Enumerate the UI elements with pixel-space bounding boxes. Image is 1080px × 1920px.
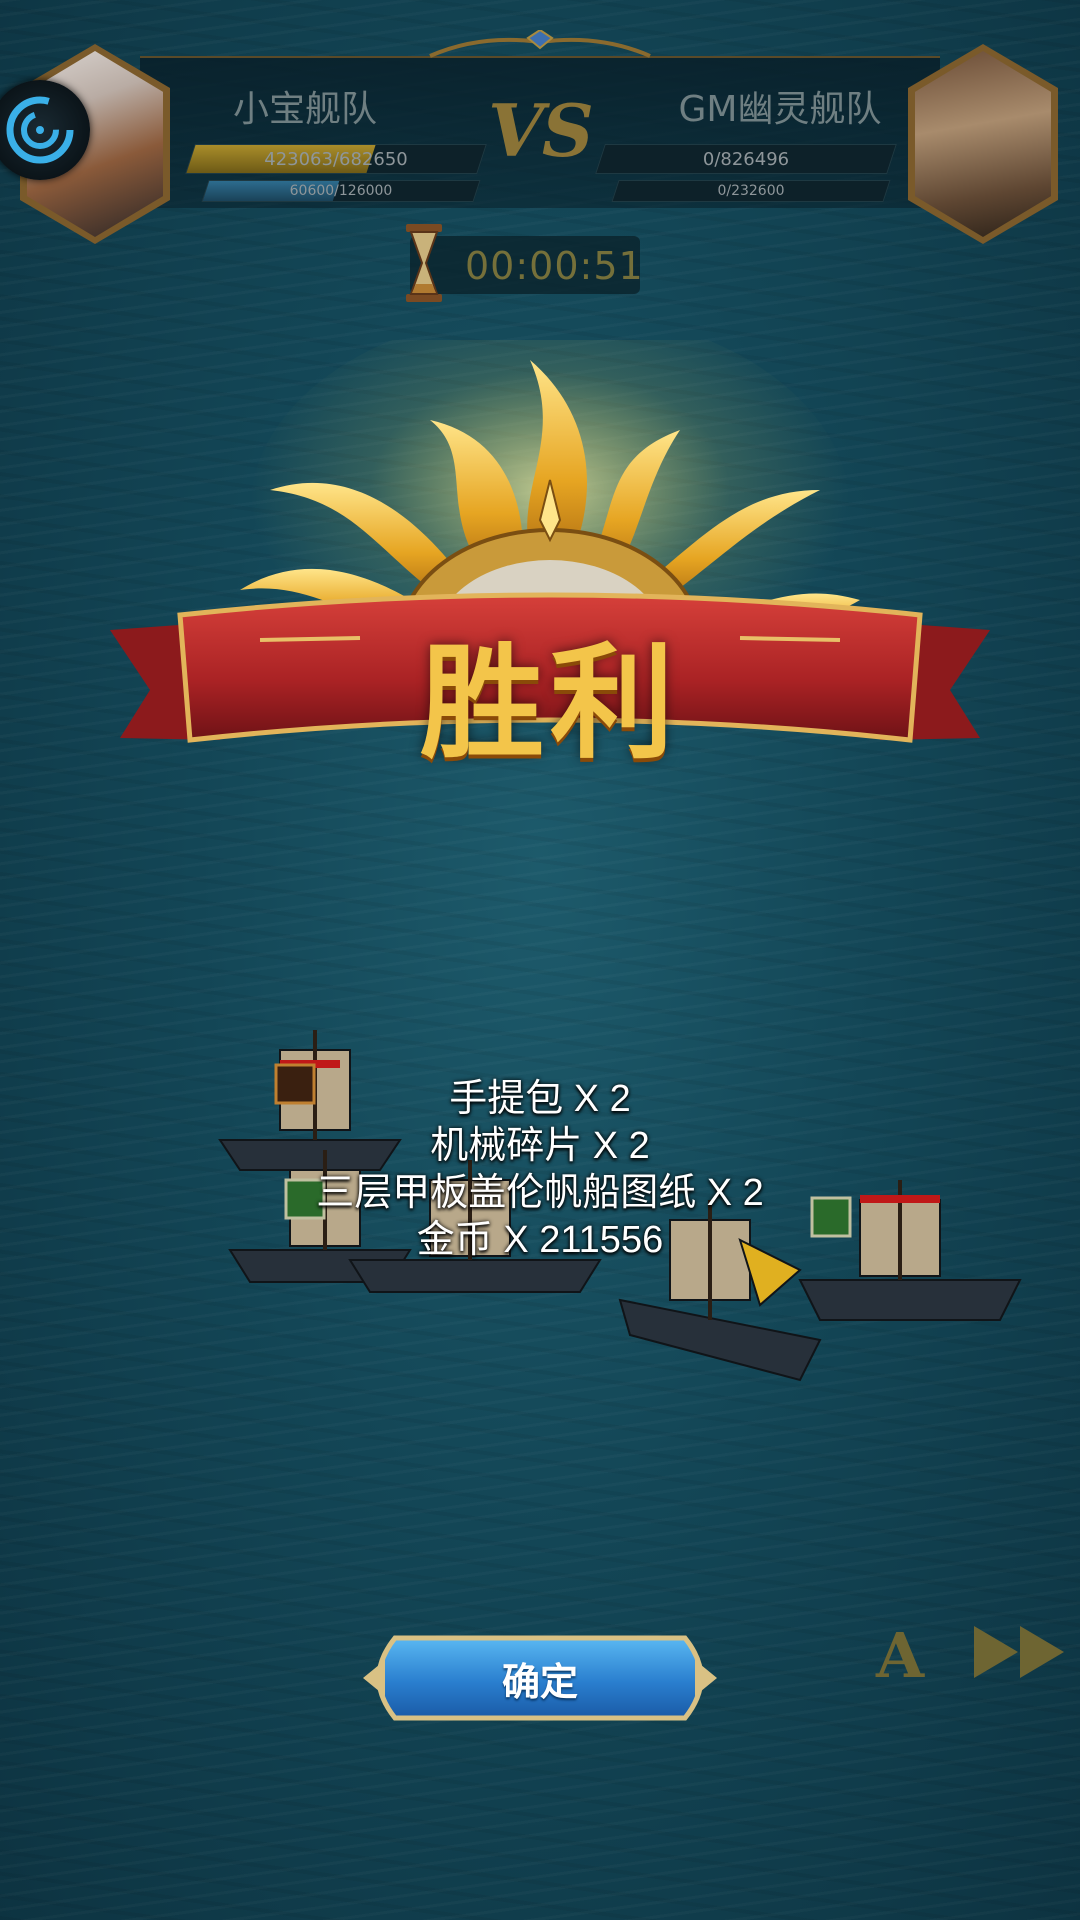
enemy-hp-text: 0/826496 — [702, 148, 790, 170]
reward-list: 手提包 X 2 机械碎片 X 2 三层甲板盖伦帆船图纸 X 2 金币 X 211… — [240, 1076, 840, 1264]
hud-ornament — [429, 30, 651, 58]
reward-item: 三层甲板盖伦帆船图纸 X 2 — [316, 1172, 764, 1214]
enemy-energy-bar: 0/232600 — [611, 180, 891, 202]
confirm-button-label: 确定 — [501, 1659, 578, 1704]
hourglass-icon — [406, 224, 442, 302]
timer-text: 00:00:51 — [465, 244, 644, 288]
player-fleet-name: 小宝舰队 — [232, 89, 377, 130]
reward-item: 手提包 X 2 — [449, 1078, 631, 1120]
enemy-hp-bar: 0/826496 — [595, 144, 897, 174]
player-hp-text: 423063/682650 — [264, 148, 408, 170]
reward-item: 金币 X 211556 — [416, 1219, 664, 1261]
reward-item: 机械碎片 X 2 — [430, 1125, 650, 1167]
enemy-energy-text: 0/232600 — [717, 183, 785, 199]
enemy-fleet-name: GM幽灵舰队 — [678, 89, 882, 130]
swirl-icon — [6, 96, 74, 164]
confirm-button[interactable]: 确定 — [355, 1630, 725, 1726]
victory-emblem: 胜利 — [100, 310, 1000, 800]
auto-battle-button[interactable]: A — [870, 1619, 930, 1692]
player-hp-bar: 423063/682650 — [185, 144, 487, 174]
settings-button[interactable] — [0, 80, 90, 180]
player-energy-bar: 60600/126000 — [201, 180, 481, 202]
fast-forward-button[interactable] — [972, 1622, 1072, 1682]
victory-title: 胜利 — [419, 631, 680, 776]
vs-label: VS — [488, 88, 594, 173]
player-energy-text: 60600/126000 — [289, 183, 393, 199]
battle-timer: 00:00:51 — [406, 224, 643, 302]
enemy-portrait — [908, 44, 1058, 244]
